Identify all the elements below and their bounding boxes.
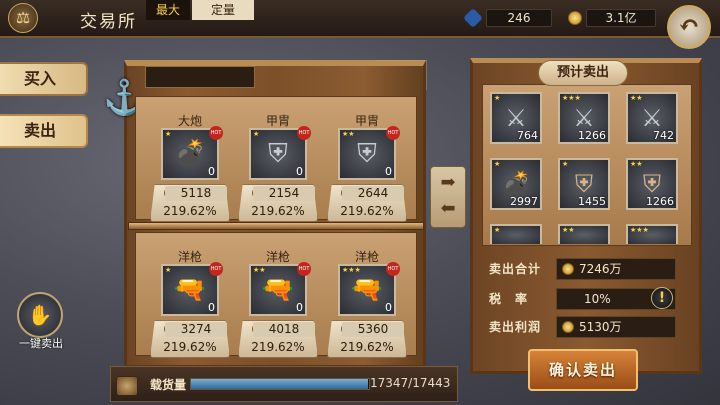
item-percent: 219.62% [340,204,394,218]
cargo-value: 17347/17443 [370,376,451,390]
preview-item[interactable]: ★★ [558,224,610,244]
item-value: 742 [653,129,674,142]
profit-value: 5130万 [579,320,622,334]
preview-item[interactable]: ★ 💣 2997 [490,158,542,210]
page-title: 交易所 [80,12,137,32]
arrow-right-icon[interactable]: ➡ [431,172,465,193]
profit-row: 卖出利润 5130万 [484,316,694,338]
gold-coin-icon [568,11,582,25]
gold-coin-icon [562,263,574,275]
preview-item[interactable]: ★★ ⚔ 742 [626,92,678,144]
item-value: 764 [517,129,538,142]
tab-fixed-amount[interactable]: 定量 [192,0,254,20]
item-price: 2644 [342,186,404,201]
item-frame: ★★ 🔫 HOT 0 [249,262,311,316]
item-price: 5360 [342,322,404,337]
cargo-progress-fill [191,379,369,389]
preview-item[interactable]: ★ ⛨ 1455 [558,158,610,210]
item-stars: ★★★ [630,226,649,234]
scales-icon: ⚖ [8,3,38,33]
tab-buy[interactable]: 买入 [0,62,88,96]
sell-preview-title: 预计卖出 [538,60,628,86]
profit-label: 卖出利润 [489,320,542,334]
tax-value: 10% [584,292,611,306]
back-button[interactable]: ↶ [667,5,711,49]
arrow-left-icon[interactable]: ⬅ [431,198,465,219]
item-frame: ★★ ⛨ HOT 0 [338,126,400,180]
item-price: 3274 [165,322,227,337]
quick-sell-button[interactable]: ✋ [17,292,63,338]
item-percent: 219.62% [251,204,305,218]
item-price: 2154 [253,186,315,201]
gem-count: 246 [486,9,552,27]
item-value: 1266 [646,195,674,208]
item-value: 1455 [578,195,606,208]
gold-count: 3.1亿 [586,9,656,27]
cargo-progress-bar [190,378,370,390]
tab-max[interactable]: 最大 [146,0,190,20]
tax-label: 税 率 [489,292,529,306]
item-qty: 0 [208,301,215,314]
hot-badge-icon: HOT [386,126,400,140]
shelf-plank [128,222,424,230]
item-frame: ★ ⛨ HOT 0 [249,126,311,180]
rope-decoration [375,60,427,90]
hot-badge-icon: HOT [209,262,223,276]
barrel-icon [116,376,138,396]
tab-sell[interactable]: 卖出 [0,114,88,148]
item-qty: 0 [296,301,303,314]
hot-badge-icon: HOT [297,126,311,140]
item-percent: 219.62% [340,340,394,354]
quick-sell-label: 一键卖出 [19,337,63,350]
confirm-sell-button[interactable]: 确认卖出 [528,349,638,391]
item-frame: ★★★ 🔫 HOT 0 [338,262,400,316]
item-qty: 0 [296,165,303,178]
hot-badge-icon: HOT [209,126,223,140]
preview-item[interactable]: ★★★ ⚔ 1266 [558,92,610,144]
item-percent: 219.62% [163,340,217,354]
gold-coin-icon [562,321,574,333]
item-value: 1266 [578,129,606,142]
item-value: 2997 [510,195,538,208]
item-stars: ★ [494,226,501,234]
item-qty: 0 [208,165,215,178]
total-row: 卖出合计 7246万 [484,258,694,280]
item-qty: 0 [385,165,392,178]
info-icon[interactable]: ! [651,287,673,309]
cargo-label: 载货量 [150,378,187,392]
item-stars: ★★ [562,226,575,234]
item-percent: 219.62% [163,204,217,218]
filter-tabs [145,66,255,88]
item-qty: 0 [385,301,392,314]
item-frame: ★ 🔫 HOT 0 [161,262,223,316]
hot-badge-icon: HOT [297,262,311,276]
item-frame: ★ 💣 HOT 0 [161,126,223,180]
item-price: 5118 [165,186,227,201]
preview-item[interactable]: ★★ ⛨ 1266 [626,158,678,210]
preview-item[interactable]: ★ [490,224,542,244]
preview-item[interactable]: ★★★ [626,224,678,244]
total-label: 卖出合计 [489,262,542,276]
hot-badge-icon: HOT [386,262,400,276]
item-percent: 219.62% [251,340,305,354]
item-price: 4018 [253,322,315,337]
preview-item[interactable]: ★ ⚔ 764 [490,92,542,144]
total-value: 7246万 [579,262,622,276]
